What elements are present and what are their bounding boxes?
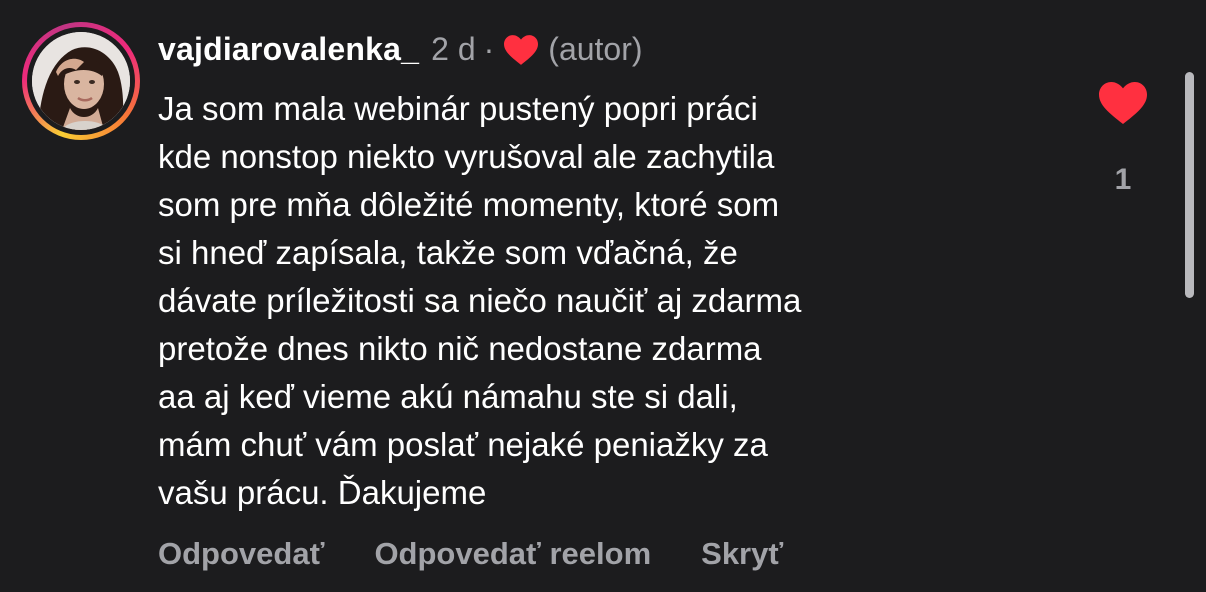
avatar-image [32, 32, 130, 130]
comment-text-line: mám chuť vám poslať nejaké peniažky za [158, 426, 768, 463]
author-liked-heart-icon [504, 35, 539, 65]
avatar-story-ring[interactable] [22, 22, 140, 140]
scrollbar[interactable] [1185, 72, 1194, 298]
comment-text-line: Ja som mala webinár pustený popri práci [158, 90, 758, 127]
comment-timestamp: 2 d [431, 30, 476, 67]
comment-text-line: kde nonstop niekto vyrušoval ale zachyti… [158, 138, 775, 175]
comment-text-line: vašu prácu. Ďakujeme [158, 474, 487, 511]
heart-icon [1099, 82, 1147, 124]
like-button[interactable] [1097, 82, 1149, 124]
reply-with-reel-button[interactable]: Odpovedať reelom [374, 536, 651, 572]
comment-actions: Odpovedať Odpovedať reelom Skryť [158, 536, 783, 572]
hide-button[interactable]: Skryť [701, 536, 783, 572]
comment-item: vajdiarovalenka_ 2 d · (autor) Ja som ma… [0, 0, 1206, 592]
comment-text-line: pretože dnes nikto nič nedostane zdarma [158, 330, 762, 367]
comment-header: vajdiarovalenka_ 2 d · (autor) [158, 26, 643, 72]
comment-text: Ja som mala webinár pustený popri práci … [158, 85, 1058, 517]
author-label: (autor) [548, 30, 643, 67]
comment-text-line: dávate príležitosti sa niečo naučiť aj z… [158, 282, 802, 319]
like-count[interactable]: 1 [1097, 163, 1149, 197]
username-link[interactable]: vajdiarovalenka_ [158, 31, 419, 68]
avatar[interactable] [32, 32, 130, 130]
reply-button[interactable]: Odpovedať [158, 536, 324, 572]
separator-dot: · [483, 30, 495, 67]
comment-text-line: som pre mňa dôležité momenty, ktoré som [158, 186, 780, 223]
comment-text-line: si hneď zapísala, takže som vďačná, že [158, 234, 738, 271]
comment-text-line: aa aj keď vieme akú námahu ste si dali, [158, 378, 738, 415]
